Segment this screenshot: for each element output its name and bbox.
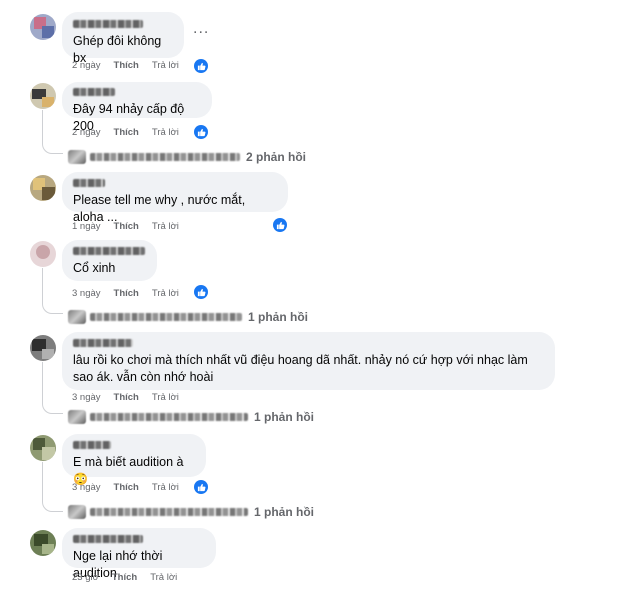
- comment-actions: 3 ngày Thích Trả lời: [72, 392, 192, 403]
- replies-count[interactable]: 1 phản hồi: [248, 310, 308, 324]
- replies-count[interactable]: 1 phản hồi: [254, 410, 314, 424]
- timestamp[interactable]: 1 ngày: [72, 221, 101, 232]
- like-button[interactable]: Thích: [114, 288, 139, 299]
- view-replies-link[interactable]: 1 phản hồi: [68, 410, 314, 424]
- avatar[interactable]: [30, 530, 56, 556]
- comment-bubble: Ghép đôi không bx: [62, 12, 184, 65]
- comment-bubble: Please tell me why , nước mắt, aloha ...: [62, 172, 288, 224]
- comment-text: lâu rồi ko chơi mà thích nhất vũ điệu ho…: [73, 353, 528, 384]
- comment-bubble: Đây 94 nhảy cấp độ 200: [62, 82, 212, 133]
- commenter-name[interactable]: [73, 179, 105, 187]
- view-replies-link[interactable]: 1 phản hồi: [68, 505, 314, 519]
- reply-button[interactable]: Trả lời: [152, 392, 179, 403]
- thread-line: [42, 268, 43, 304]
- reply-avatar: [68, 150, 86, 164]
- thread-curve: [42, 143, 63, 154]
- comment-actions: 1 ngày Thích Trả lời: [72, 221, 192, 232]
- avatar[interactable]: [30, 83, 56, 109]
- more-options-icon[interactable]: ...: [193, 20, 209, 38]
- reply-preview: [90, 313, 242, 321]
- comment-text-content: E mà biết audition à: [73, 455, 184, 469]
- timestamp[interactable]: 23 giờ: [72, 572, 99, 583]
- commenter-name[interactable]: [73, 441, 111, 449]
- timestamp[interactable]: 2 ngày: [72, 60, 101, 71]
- commenter-name[interactable]: [73, 88, 115, 96]
- comment-actions: 3 ngày Thích Trả lời: [72, 482, 192, 493]
- comment-actions: 3 ngày Thích Trả lời: [72, 288, 192, 299]
- thread-line: [42, 462, 43, 502]
- like-reaction-icon[interactable]: [194, 285, 208, 299]
- thread-curve: [42, 501, 63, 512]
- like-button[interactable]: Thích: [114, 482, 139, 493]
- comment-actions: 2 ngày Thích Trả lời: [72, 127, 192, 138]
- reply-avatar: [68, 505, 86, 519]
- reply-button[interactable]: Trả lời: [152, 60, 179, 71]
- comment-bubble: Cổ xinh: [62, 240, 157, 281]
- like-button[interactable]: Thích: [114, 221, 139, 232]
- reply-preview: [90, 508, 248, 516]
- comment-bubble: E mà biết audition à 😳: [62, 434, 206, 486]
- reply-button[interactable]: Trả lời: [152, 482, 179, 493]
- like-reaction-icon[interactable]: [194, 480, 208, 494]
- like-button[interactable]: Thích: [112, 572, 137, 583]
- like-button[interactable]: Thích: [114, 392, 139, 403]
- reply-preview: [90, 153, 240, 161]
- comment-actions: 2 ngày Thích Trả lời: [72, 60, 192, 71]
- comment-actions: 23 giờ Thích Trả lời: [72, 572, 190, 583]
- like-button[interactable]: Thích: [114, 127, 139, 138]
- reply-button[interactable]: Trả lời: [152, 127, 179, 138]
- avatar[interactable]: [30, 14, 56, 40]
- like-reaction-icon[interactable]: [194, 59, 208, 73]
- timestamp[interactable]: 3 ngày: [72, 482, 101, 493]
- like-reaction-icon[interactable]: [194, 125, 208, 139]
- timestamp[interactable]: 2 ngày: [72, 127, 101, 138]
- avatar[interactable]: [30, 435, 56, 461]
- reply-button[interactable]: Trả lời: [152, 221, 179, 232]
- replies-count[interactable]: 2 phản hồi: [246, 150, 306, 164]
- thread-curve: [42, 303, 63, 314]
- reply-button[interactable]: Trả lời: [152, 288, 179, 299]
- thread-curve: [42, 403, 63, 414]
- avatar[interactable]: [30, 335, 56, 361]
- timestamp[interactable]: 3 ngày: [72, 288, 101, 299]
- comment-text: Cổ xinh: [73, 261, 116, 275]
- reply-preview: [90, 413, 248, 421]
- commenter-name[interactable]: [73, 20, 143, 28]
- reply-avatar: [68, 310, 86, 324]
- like-button[interactable]: Thích: [114, 60, 139, 71]
- replies-count[interactable]: 1 phản hồi: [254, 505, 314, 519]
- like-reaction-icon[interactable]: [273, 218, 287, 232]
- comment-bubble: lâu rồi ko chơi mà thích nhất vũ điệu ho…: [62, 332, 555, 390]
- reply-avatar: [68, 410, 86, 424]
- view-replies-link[interactable]: 1 phản hồi: [68, 310, 308, 324]
- view-replies-link[interactable]: 2 phản hồi: [68, 150, 306, 164]
- commenter-name[interactable]: [73, 535, 143, 543]
- commenter-name[interactable]: [73, 247, 145, 255]
- avatar[interactable]: [30, 175, 56, 201]
- commenter-name[interactable]: [73, 339, 133, 347]
- thread-line: [42, 362, 43, 404]
- comment-bubble: Nge lại nhớ thời audition: [62, 528, 216, 580]
- reply-button[interactable]: Trả lời: [150, 572, 177, 583]
- thread-line: [42, 110, 43, 144]
- timestamp[interactable]: 3 ngày: [72, 392, 101, 403]
- avatar[interactable]: [30, 241, 56, 267]
